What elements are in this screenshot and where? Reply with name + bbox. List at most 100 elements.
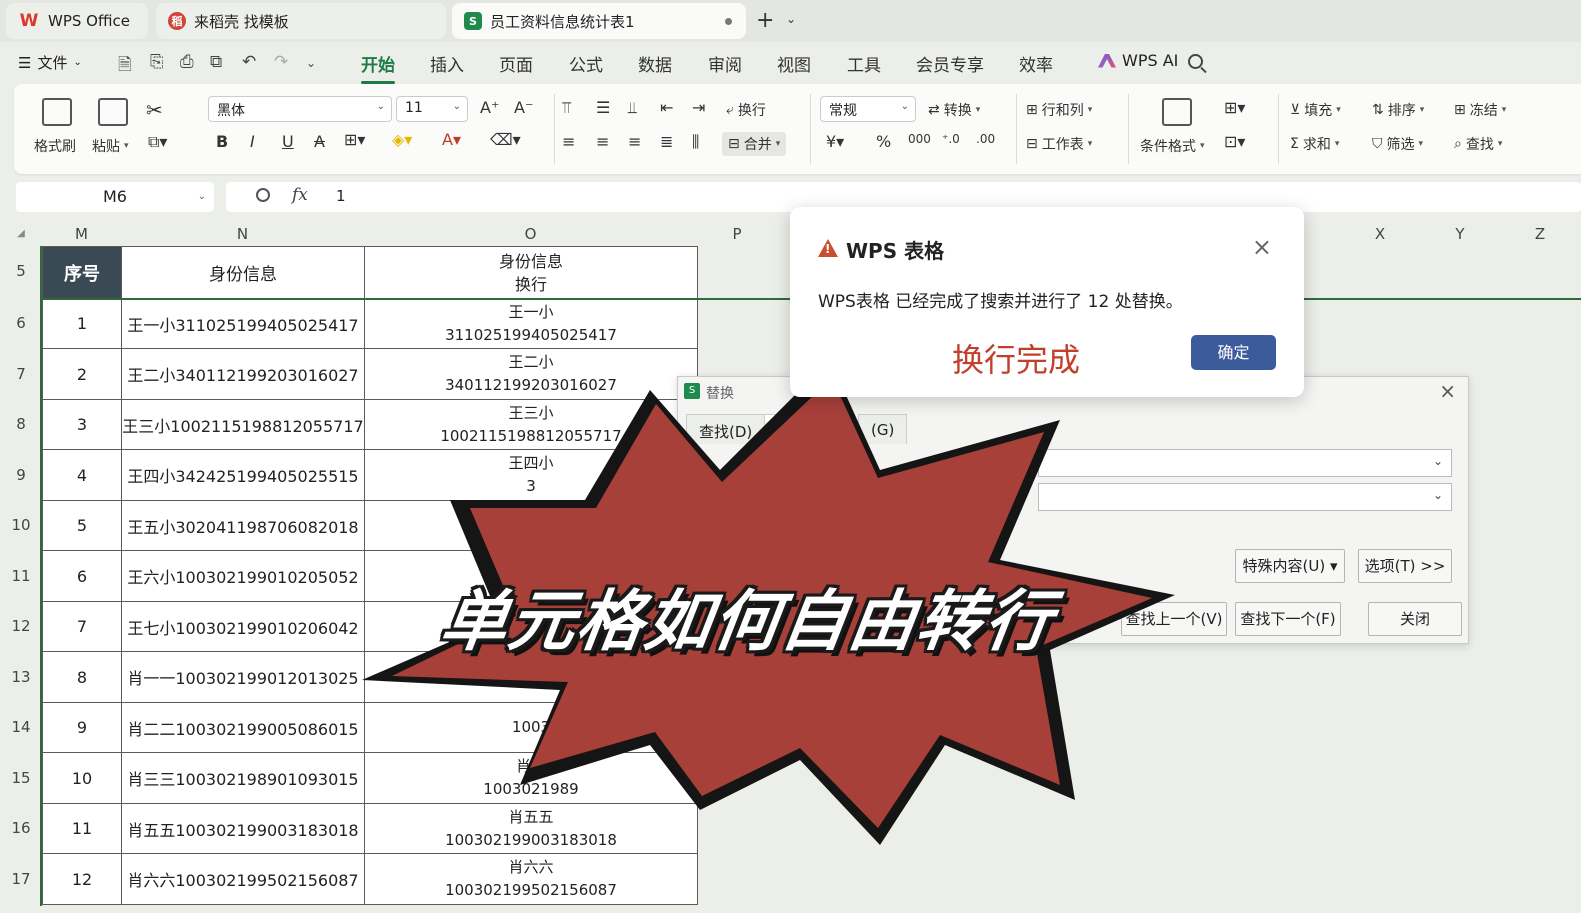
menu-member[interactable]: 会员专享 <box>916 51 984 76</box>
menu-page[interactable]: 页面 <box>499 51 533 76</box>
align-middle-icon[interactable]: ☰ <box>596 98 610 117</box>
row-header[interactable]: 17 <box>0 870 42 888</box>
find-button[interactable]: ⌕ 查找 ▾ <box>1454 134 1502 154</box>
cell-combined[interactable]: 王六小100302199010205052 <box>121 550 365 602</box>
menu-view[interactable]: 视图 <box>777 51 811 76</box>
column-header-y[interactable]: Y <box>1420 222 1500 246</box>
wrap-text-button[interactable]: ⤶ 换行 <box>726 100 766 120</box>
align-center-icon[interactable]: ≡ <box>596 132 609 151</box>
italic-icon[interactable]: I <box>250 132 255 151</box>
sum-button[interactable]: Σ 求和 ▾ <box>1290 134 1339 154</box>
cell-seq[interactable]: 4 <box>42 449 122 501</box>
sort-button[interactable]: ⇅ 排序 ▾ <box>1372 100 1424 120</box>
freeze-button[interactable]: ⊞ 冻结 ▾ <box>1454 100 1506 120</box>
tab-wps-office[interactable]: W WPS Office <box>6 3 148 39</box>
cell-combined[interactable]: 王一小311025199405025417 <box>121 298 365 349</box>
cut-icon[interactable]: ✂ <box>146 98 163 122</box>
decrease-indent-icon[interactable]: ⇤ <box>660 98 673 117</box>
row-header[interactable]: 7 <box>0 365 42 383</box>
cell-wrapped[interactable]: 肖五五 100302199003183018 <box>364 803 698 854</box>
cell-seq[interactable]: 8 <box>42 651 122 703</box>
font-size-select[interactable]: 11 ⌄ <box>396 96 468 122</box>
font-color-icon[interactable]: A▾ <box>442 130 461 149</box>
search-icon[interactable] <box>1188 54 1203 69</box>
column-header-p[interactable]: P <box>697 222 777 246</box>
save-icon[interactable]: 🗎 <box>118 52 132 81</box>
format-painter-button[interactable]: 格式刷 <box>34 136 76 156</box>
menu-review[interactable]: 审阅 <box>708 51 742 76</box>
wps-ai-button[interactable]: WPS AI <box>1098 51 1178 70</box>
row-header[interactable]: 9 <box>0 466 42 484</box>
find-next-button[interactable]: 查找下一个(F) <box>1235 602 1341 636</box>
copy-icon[interactable]: ⧉▾ <box>148 132 167 152</box>
print-icon[interactable]: ⎙ <box>180 52 194 72</box>
border-icon[interactable]: ⊞▾ <box>344 130 365 149</box>
cell-header-seq[interactable]: 序号 <box>42 246 122 299</box>
cell-combined[interactable]: 王四小342425199405025515 <box>121 449 365 501</box>
percent-icon[interactable]: % <box>876 132 891 151</box>
cell-seq[interactable]: 9 <box>42 702 122 753</box>
cell-seq[interactable]: 11 <box>42 803 122 854</box>
cell-combined[interactable]: 肖二二100302199005086015 <box>121 702 365 753</box>
row-header[interactable]: 11 <box>0 567 42 585</box>
row-header[interactable]: 14 <box>0 718 42 736</box>
cell-style-icon[interactable]: ⊞▾ <box>1224 98 1245 117</box>
cell-seq[interactable]: 10 <box>42 752 122 804</box>
decrease-font-icon[interactable]: A⁻ <box>514 98 533 117</box>
thousands-icon[interactable]: 000 <box>908 132 931 146</box>
find-what-input[interactable]: ⌄ <box>1038 449 1452 477</box>
align-left-icon[interactable]: ≡ <box>562 132 575 151</box>
cell-combined[interactable]: 王七小100302199010206042 <box>121 601 365 652</box>
file-menu[interactable]: ☰ 文件 ⌄ <box>18 52 82 73</box>
close-button[interactable]: 关闭 <box>1368 602 1462 636</box>
fill-color-icon[interactable]: ◈▾ <box>392 130 412 149</box>
close-icon[interactable]: × <box>1252 233 1272 261</box>
chevron-down-icon[interactable]: ⌄ <box>306 56 316 70</box>
row-header[interactable]: 10 <box>0 516 42 534</box>
close-icon[interactable]: × <box>1439 379 1456 403</box>
cell-combined[interactable]: 肖三三100302198901093015 <box>121 752 365 804</box>
row-header[interactable]: 13 <box>0 668 42 686</box>
increase-decimal-icon[interactable]: ⁺.0 <box>942 132 960 146</box>
cell-seq[interactable]: 3 <box>42 399 122 450</box>
select-all-corner[interactable]: ◢ <box>4 222 38 246</box>
print-preview-icon[interactable]: ⧉ <box>210 52 222 72</box>
tab-find[interactable]: 查找(D) <box>686 414 766 444</box>
align-right-icon[interactable]: ≡ <box>628 132 641 151</box>
redo-icon[interactable]: ↷ <box>274 52 288 72</box>
name-box[interactable]: M6 ⌄ <box>16 182 214 212</box>
column-header-m[interactable]: M <box>42 222 121 246</box>
menu-formula[interactable]: 公式 <box>569 51 603 76</box>
cell-wrapped[interactable]: 肖六六 100302199502156087 <box>364 853 698 905</box>
row-header[interactable]: 6 <box>0 314 42 332</box>
row-header[interactable]: 15 <box>0 769 42 787</box>
cell-seq[interactable]: 7 <box>42 601 122 652</box>
column-header-n[interactable]: N <box>121 222 364 246</box>
bold-icon[interactable]: B <box>216 132 228 151</box>
currency-icon[interactable]: ¥▾ <box>826 132 844 151</box>
paste-button[interactable]: 粘贴 ▾ <box>92 136 129 156</box>
chevron-down-icon[interactable]: ⌄ <box>786 12 796 26</box>
special-content-button[interactable]: 特殊内容(U) ▾ <box>1235 549 1345 583</box>
menu-insert[interactable]: 插入 <box>430 51 464 76</box>
tab-template[interactable]: 稻 来稻壳 找模板 <box>156 3 446 39</box>
ok-button[interactable]: 确定 <box>1191 335 1276 370</box>
replace-with-input[interactable]: ⌄ <box>1038 483 1452 511</box>
align-top-icon[interactable]: ⫪ <box>562 98 571 118</box>
align-bottom-icon[interactable]: ⫫ <box>628 98 637 118</box>
decrease-decimal-icon[interactable]: .00 <box>976 132 995 146</box>
cell-combined[interactable]: 肖一一100302199012013025 <box>121 651 365 703</box>
cell-seq[interactable]: 12 <box>42 853 122 905</box>
new-tab-icon[interactable]: + <box>756 8 774 33</box>
conditional-format-button[interactable]: 条件格式 ▾ <box>1140 136 1205 156</box>
strikethrough-icon[interactable]: A <box>314 132 325 151</box>
underline-icon[interactable]: U <box>282 132 294 151</box>
menu-home[interactable]: 开始 <box>361 51 395 84</box>
clear-format-icon[interactable]: ⌫▾ <box>490 130 521 149</box>
cell-size-icon[interactable]: ⊡▾ <box>1224 132 1245 151</box>
cell-combined[interactable]: 肖五五100302199003183018 <box>121 803 365 854</box>
menu-data[interactable]: 数据 <box>638 51 672 76</box>
row-header[interactable]: 8 <box>0 415 42 433</box>
cell-seq[interactable]: 2 <box>42 348 122 400</box>
options-button[interactable]: 选项(T) >> <box>1358 549 1452 583</box>
